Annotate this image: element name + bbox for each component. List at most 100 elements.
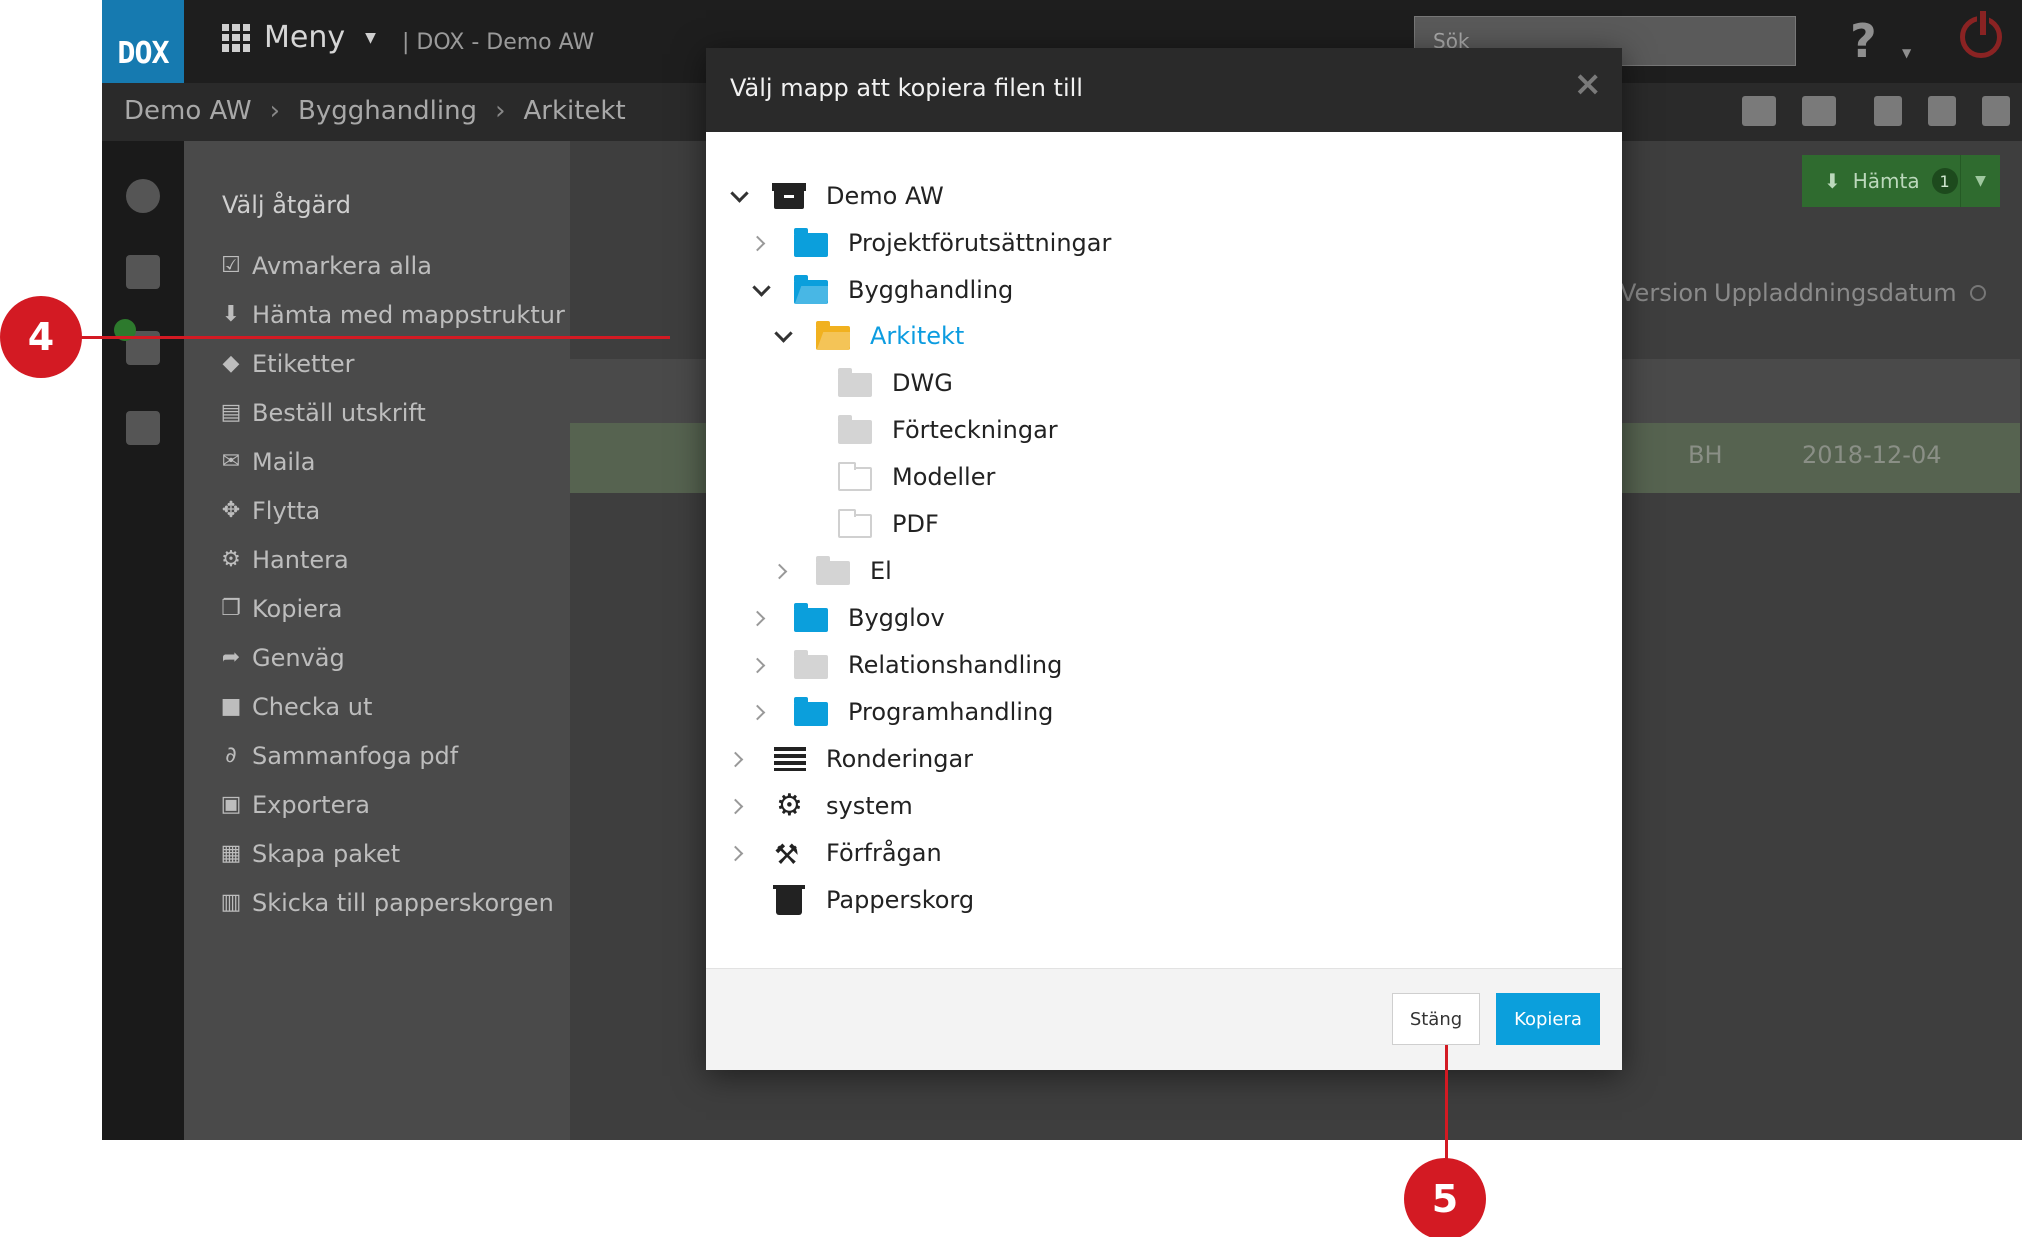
folder-icon[interactable] [126, 255, 160, 289]
action-item[interactable]: ▥ Skicka till papperskorgen [220, 878, 565, 927]
menu-button[interactable]: Meny ▼ [222, 20, 376, 55]
expand-toggle-icon[interactable] [728, 795, 750, 817]
tree-node-label: Papperskorg [826, 886, 975, 914]
tree-node-ronderingar[interactable]: Ronderingar [728, 739, 973, 779]
tag-icon[interactable] [1742, 96, 1776, 126]
close-button[interactable]: Stäng [1392, 993, 1480, 1045]
left-rail [102, 141, 184, 1140]
breadcrumb-item[interactable]: Demo AW [124, 96, 252, 126]
dialog-title: Välj mapp att kopiera filen till [730, 74, 1083, 102]
tree-node-label: Demo AW [826, 182, 944, 210]
list-icon [772, 744, 806, 774]
action-item[interactable]: ⬇ Hämta med mappstruktur [220, 290, 565, 339]
tree-node-system[interactable]: ⚙ system [728, 786, 913, 826]
tree-node-bygglov[interactable]: Bygglov [750, 598, 945, 638]
tree-node-label: Projektförutsättningar [848, 229, 1112, 257]
action-label: Flytta [252, 496, 321, 525]
help-caret-icon[interactable]: ▼ [1902, 46, 1911, 60]
large-grid-icon[interactable] [1874, 96, 1902, 126]
share-icon: ➦ [221, 645, 241, 670]
tree-node-pdf[interactable]: PDF [794, 504, 939, 544]
check-square-icon: ☑ [221, 253, 241, 278]
tree-node-el[interactable]: El [772, 551, 892, 591]
gear-icon: ⚙ [776, 788, 803, 823]
action-item[interactable]: ❐ Kopiera [220, 584, 565, 633]
actions-panel: Välj åtgärd ☑ Avmarkera alla ⬇ Hämta med m… [184, 141, 570, 1140]
tree-node-label: Relationshandling [848, 651, 1063, 679]
expand-toggle-icon[interactable] [750, 701, 772, 723]
tree-node-projektforutsattningar[interactable]: Projektförutsättningar [750, 223, 1111, 263]
tree-node-papperskorg[interactable]: Papperskorg [728, 880, 974, 920]
tree-node-modeller[interactable]: Modeller [794, 457, 995, 497]
action-item[interactable]: ✥ Flytta [220, 486, 565, 535]
action-item[interactable]: ∂ Sammanfoga pdf [220, 731, 565, 780]
tree-node-relationshandling[interactable]: Relationshandling [750, 645, 1062, 685]
tree-node-demo-aw[interactable]: Demo AW [728, 176, 944, 216]
tree-node-bygghandling[interactable]: Bygghandling [750, 270, 1013, 310]
tree-node-forteckningar[interactable]: Förteckningar [794, 410, 1058, 450]
tree-node-label: Förfrågan [826, 839, 942, 867]
action-item[interactable]: ☑ Avmarkera alla [220, 241, 565, 290]
expand-toggle-icon[interactable] [750, 232, 772, 254]
actions-title: Välj åtgärd [222, 191, 351, 219]
expand-toggle-icon[interactable] [728, 185, 750, 207]
action-label: Hantera [252, 545, 349, 574]
menu-label: Meny [264, 20, 346, 55]
tree-node-forfragan[interactable]: ⚒ Förfrågan [728, 833, 942, 873]
action-label: Sammanfoga pdf [252, 741, 459, 770]
action-item[interactable]: ▤ Beställ utskrift [220, 388, 565, 437]
annotation-line-5 [1445, 1045, 1448, 1163]
breadcrumb-item[interactable]: Arkitekt [523, 96, 625, 126]
folder-open-icon[interactable] [1802, 96, 1836, 126]
expand-toggle-icon[interactable] [750, 607, 772, 629]
tree-node-dwg[interactable]: DWG [794, 363, 953, 403]
download-button[interactable]: ⬇ Hämta 1 ▼ [1802, 155, 2000, 207]
expand-toggle-icon[interactable] [728, 842, 750, 864]
view-tools [1742, 96, 1836, 126]
close-icon[interactable]: × [1574, 64, 1603, 104]
folder-icon [794, 603, 828, 633]
sort-icon[interactable] [1970, 285, 1986, 301]
folder-icon [838, 415, 872, 445]
tree-node-arkitekt[interactable]: Arkitekt [772, 316, 964, 356]
action-label: Genväg [252, 643, 345, 672]
action-item[interactable]: ➦ Genväg [220, 633, 565, 682]
folder-open-icon [794, 275, 828, 305]
gift-icon: ▦ [220, 841, 242, 866]
action-item[interactable]: ▣ Exportera [220, 780, 565, 829]
expand-toggle-icon[interactable] [750, 654, 772, 676]
tree-node-label: DWG [892, 369, 953, 397]
tree-node-label: Modeller [892, 463, 996, 491]
chevron-down-icon[interactable]: ▼ [1960, 155, 2000, 207]
action-item[interactable]: ◆ Etiketter [220, 339, 565, 388]
action-item[interactable]: ▦ Skapa paket [220, 829, 565, 878]
download-icon: ⬇ [1824, 169, 1841, 193]
parking-icon[interactable] [126, 179, 160, 213]
dox-logo[interactable]: DOX [102, 0, 184, 83]
breadcrumb-item[interactable]: Bygghandling [298, 96, 477, 126]
copy-button[interactable]: Kopiera [1496, 993, 1600, 1045]
folder-empty-icon [838, 509, 872, 539]
help-icon[interactable]: ? [1850, 14, 1877, 68]
action-label: Skapa paket [252, 839, 401, 868]
lock-icon[interactable] [126, 411, 160, 445]
action-item[interactable]: ■ Checka ut [220, 682, 565, 731]
column-header-version[interactable]: Version [1620, 279, 1708, 307]
lock-icon: ■ [220, 694, 242, 719]
tree-node-programhandling[interactable]: Programhandling [750, 692, 1053, 732]
collapse-toggle-icon[interactable] [772, 325, 794, 347]
collapse-toggle-icon[interactable] [750, 279, 772, 301]
action-item[interactable]: ✉ Maila [220, 437, 565, 486]
tree-node-label: Programhandling [848, 698, 1054, 726]
export-icon: ▣ [220, 792, 242, 817]
copy-icon: ❐ [221, 596, 241, 621]
expand-toggle-icon[interactable] [728, 748, 750, 770]
small-grid-icon[interactable] [1928, 96, 1956, 126]
column-header-date[interactable]: Uppladdningsdatum [1714, 279, 1957, 307]
power-icon[interactable] [1960, 11, 2002, 58]
action-item[interactable]: ⚙ Hantera [220, 535, 565, 584]
download-label: Hämta [1852, 169, 1920, 193]
tree-node-label: system [826, 792, 913, 820]
list-view-icon[interactable] [1982, 96, 2010, 126]
expand-toggle-icon[interactable] [772, 560, 794, 582]
